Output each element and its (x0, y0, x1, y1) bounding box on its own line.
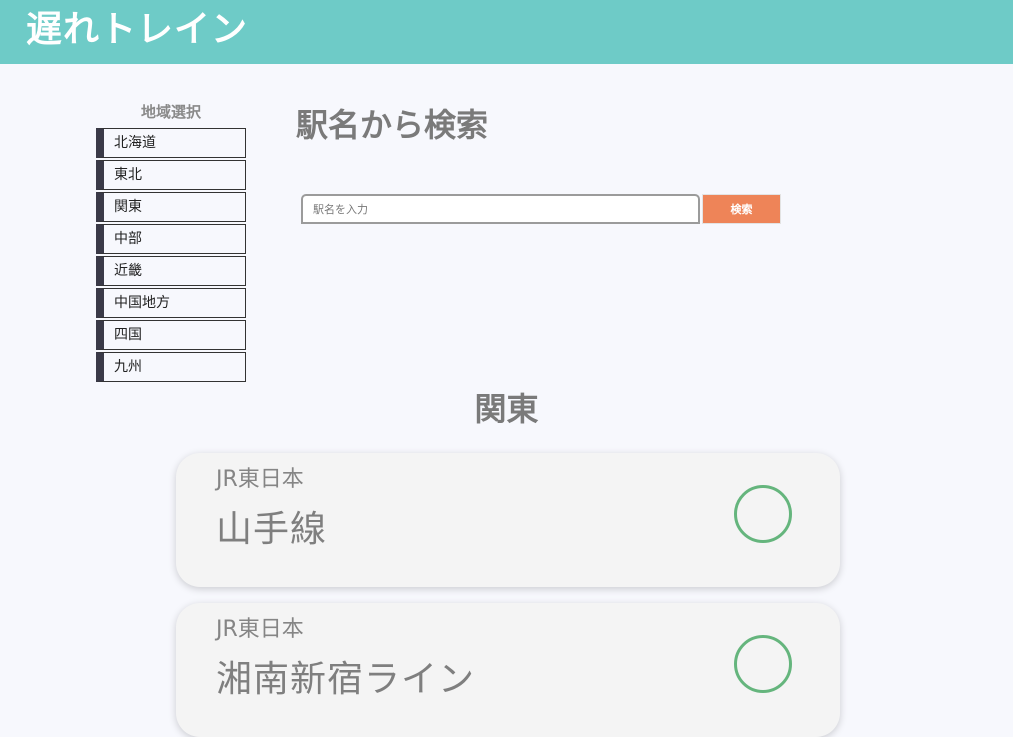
line-company: JR東日本 (216, 467, 304, 492)
sidebar-item-label: 中部 (114, 231, 142, 247)
app-header: 遅れトレイン (0, 0, 1013, 64)
line-name: 山手線 (216, 509, 328, 550)
sidebar-item-shikoku[interactable]: 四国 (96, 320, 246, 350)
sidebar-item-kinki[interactable]: 近畿 (96, 256, 246, 286)
region-sidebar: 地域選択 北海道 東北 関東 中部 近畿 中国地方 四国 九州 (96, 100, 246, 384)
line-name: 湘南新宿ライン (216, 659, 476, 700)
circle-icon (734, 635, 792, 693)
sidebar-item-label: 関東 (114, 199, 142, 215)
line-card-yamanote[interactable]: JR東日本 山手線 (176, 453, 840, 587)
sidebar-item-kyushu[interactable]: 九州 (96, 352, 246, 382)
search-section-title: 駅名から検索 (296, 106, 489, 144)
circle-icon (734, 485, 792, 543)
sidebar-item-chugoku[interactable]: 中国地方 (96, 288, 246, 318)
sidebar-item-chubu[interactable]: 中部 (96, 224, 246, 254)
sidebar-item-label: 四国 (114, 327, 142, 343)
sidebar-item-tohoku[interactable]: 東北 (96, 160, 246, 190)
app-logo-title[interactable]: 遅れトレイン (26, 8, 248, 52)
region-heading: 関東 (474, 390, 539, 428)
sidebar-item-label: 近畿 (114, 263, 142, 279)
sidebar-item-label: 中国地方 (114, 295, 170, 311)
sidebar-item-label: 東北 (114, 167, 142, 183)
sidebar-item-label: 九州 (114, 359, 142, 375)
sidebar-item-hokkaido[interactable]: 北海道 (96, 128, 246, 158)
line-card-shonan-shinjuku[interactable]: JR東日本 湘南新宿ライン (176, 603, 840, 737)
sidebar-title: 地域選択 (140, 103, 201, 121)
station-search-input[interactable] (301, 194, 700, 224)
sidebar-item-kanto[interactable]: 関東 (96, 192, 246, 222)
search-button[interactable]: 検索 (702, 194, 781, 224)
line-company: JR東日本 (216, 617, 304, 642)
sidebar-item-label: 北海道 (114, 135, 156, 151)
